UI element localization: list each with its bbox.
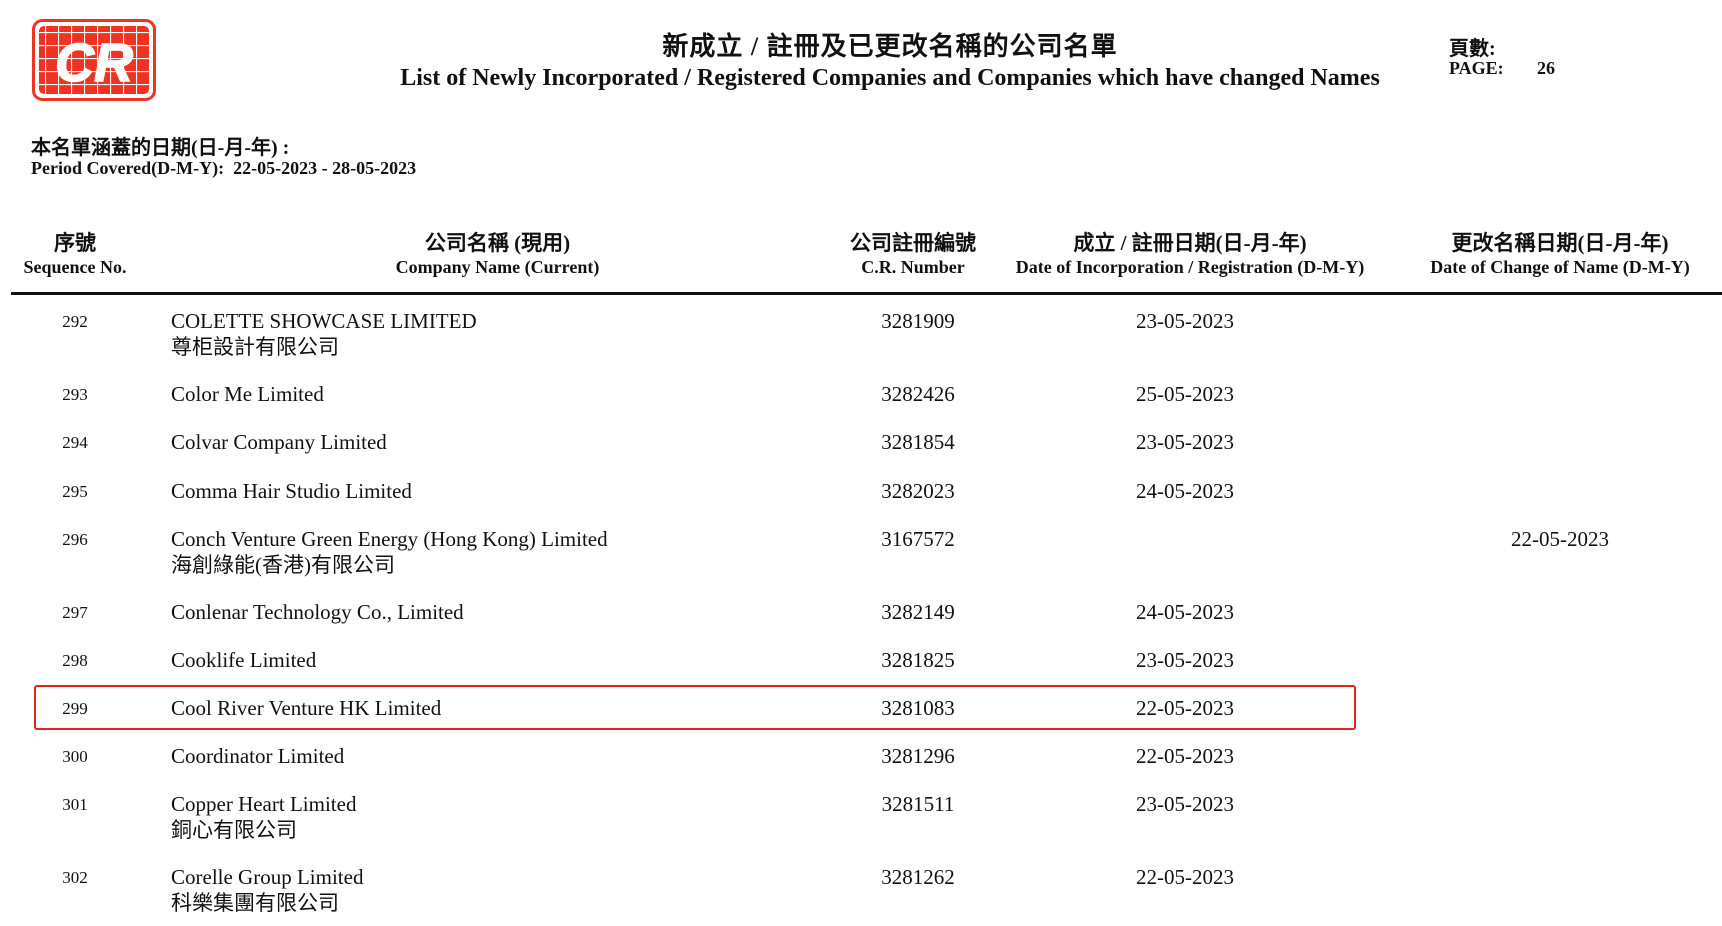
row-company-name: Corelle Group Limited 科樂集團有限公司 [171, 864, 731, 916]
row-company-name: Comma Hair Studio Limited [171, 478, 731, 504]
table-row: 302 Corelle Group Limited 科樂集團有限公司 328126… [0, 856, 1722, 926]
row-company-name: Coordinator Limited [171, 743, 731, 769]
row-incorporation-date: 25-05-2023 [1136, 382, 1234, 406]
row-company-name: Cooklife Limited [171, 647, 731, 673]
period-label-chinese: 本名單涵蓋的日期(日-月-年) : [31, 137, 290, 159]
cr-logo: CR [32, 19, 156, 101]
column-header-change-of-name-date: 更改名稱日期(日-月-年) Date of Change of Name (D-… [1410, 230, 1710, 278]
row-company-name-en: Colvar Company Limited [171, 430, 387, 454]
row-change-of-name-date: 22-05-2023 [1511, 527, 1609, 551]
row-company-name: Copper Heart Limited 銅心有限公司 [171, 791, 731, 843]
row-incorporation-date: 23-05-2023 [1136, 309, 1234, 333]
document-title: 新成立 / 註冊及已更改名稱的公司名單 List of Newly Incorp… [300, 32, 1480, 94]
row-cr-number: 3282023 [881, 479, 955, 503]
period-label-english: Period Covered(D-M-Y): [31, 158, 225, 178]
row-company-name-en: Copper Heart Limited [171, 792, 357, 816]
title-english: List of Newly Incorporated / Registered … [400, 65, 1380, 91]
row-company-name: COLETTE SHOWCASE LIMITED 尊柜設計有限公司 [171, 308, 731, 360]
page-label-chinese: 頁數: [1449, 38, 1496, 60]
row-company-name: Colvar Company Limited [171, 429, 731, 455]
column-header-incorporation-date-en: Date of Incorporation / Registration (D-… [1015, 257, 1365, 277]
row-cr-number: 3281262 [881, 865, 955, 889]
page-number: 26 [1537, 58, 1555, 78]
row-incorporation-date: 23-05-2023 [1136, 648, 1234, 672]
row-company-name-zh: 科樂集團有限公司 [171, 891, 339, 915]
row-incorporation-date: 22-05-2023 [1136, 744, 1234, 768]
column-header-company-name-zh: 公司名稱 (現用) [424, 231, 571, 255]
logo-text: CR [55, 33, 133, 93]
row-company-name-en: COLETTE SHOWCASE LIMITED [171, 309, 477, 333]
row-cr-number: 3282149 [881, 600, 955, 624]
column-header-sequence-zh: 序號 [54, 231, 96, 255]
column-header-incorporation-date: 成立 / 註冊日期(日-月-年) Date of Incorporation /… [990, 230, 1390, 278]
row-company-name: Conch Venture Green Energy (Hong Kong) L… [171, 526, 731, 578]
row-cr-number: 3281511 [881, 792, 955, 816]
row-sequence: 300 [62, 747, 88, 766]
header-divider [11, 292, 1722, 295]
highlight-box [34, 685, 1356, 730]
table-row: 292 COLETTE SHOWCASE LIMITED 尊柜設計有限公司 328… [0, 300, 1722, 370]
period-range: 22-05-2023 - 28-05-2023 [233, 158, 417, 178]
column-header-incorporation-date-zh: 成立 / 註冊日期(日-月-年) [1073, 231, 1307, 255]
column-header-company-name: 公司名稱 (現用) Company Name (Current) [300, 230, 695, 278]
table-row: 301 Copper Heart Limited 銅心有限公司 3281511 2… [0, 783, 1722, 853]
row-cr-number: 3282426 [881, 382, 955, 406]
row-sequence: 292 [62, 312, 88, 331]
row-company-name-en: Corelle Group Limited [171, 865, 364, 889]
row-cr-number: 3281909 [881, 309, 955, 333]
row-sequence: 302 [62, 868, 88, 887]
row-sequence: 293 [62, 385, 88, 404]
column-header-cr-number: 公司註冊編號 C.R. Number [828, 230, 998, 278]
row-sequence: 296 [62, 530, 88, 549]
row-company-name-en: Cooklife Limited [171, 648, 317, 672]
column-header-sequence: 序號 Sequence No. [0, 230, 150, 278]
row-company-name-en: Coordinator Limited [171, 744, 345, 768]
page-label-english: PAGE: [1449, 58, 1504, 78]
column-header-cr-number-zh: 公司註冊編號 [850, 231, 976, 255]
column-header-company-name-en: Company Name (Current) [395, 257, 600, 277]
row-incorporation-date: 23-05-2023 [1136, 430, 1234, 454]
row-cr-number: 3167572 [881, 527, 955, 551]
row-cr-number: 3281854 [881, 430, 955, 454]
column-header-sequence-en: Sequence No. [23, 257, 127, 277]
row-company-name-en: Conlenar Technology Co., Limited [171, 600, 464, 624]
row-company-name-en: Color Me Limited [171, 382, 324, 406]
table-row: 296 Conch Venture Green Energy (Hong Kon… [0, 518, 1722, 588]
row-cr-number: 3281825 [881, 648, 955, 672]
column-header-change-of-name-date-en: Date of Change of Name (D-M-Y) [1430, 257, 1690, 277]
row-incorporation-date: 24-05-2023 [1136, 479, 1234, 503]
row-sequence: 301 [62, 795, 88, 814]
row-sequence: 295 [62, 482, 88, 501]
row-company-name-zh: 尊柜設計有限公司 [171, 335, 339, 359]
row-company-name: Color Me Limited [171, 381, 731, 407]
row-company-name-en: Comma Hair Studio Limited [171, 479, 412, 503]
column-header-cr-number-en: C.R. Number [861, 257, 965, 277]
row-incorporation-date: 23-05-2023 [1136, 792, 1234, 816]
row-company-name-zh: 海創綠能(香港)有限公司 [171, 553, 395, 577]
title-chinese: 新成立 / 註冊及已更改名稱的公司名單 [662, 32, 1118, 61]
row-company-name-en: Conch Venture Green Energy (Hong Kong) L… [171, 527, 608, 551]
column-header-change-of-name-date-zh: 更改名稱日期(日-月-年) [1451, 231, 1669, 255]
row-company-name: Conlenar Technology Co., Limited [171, 599, 731, 625]
row-incorporation-date: 22-05-2023 [1136, 865, 1234, 889]
row-sequence: 294 [62, 433, 88, 452]
row-incorporation-date: 24-05-2023 [1136, 600, 1234, 624]
row-sequence: 298 [62, 651, 88, 670]
period-covered: Period Covered(D-M-Y): 22-05-2023 - 28-0… [31, 158, 416, 179]
row-company-name-zh: 銅心有限公司 [171, 818, 297, 842]
row-sequence: 297 [62, 603, 88, 622]
row-cr-number: 3281296 [881, 744, 955, 768]
